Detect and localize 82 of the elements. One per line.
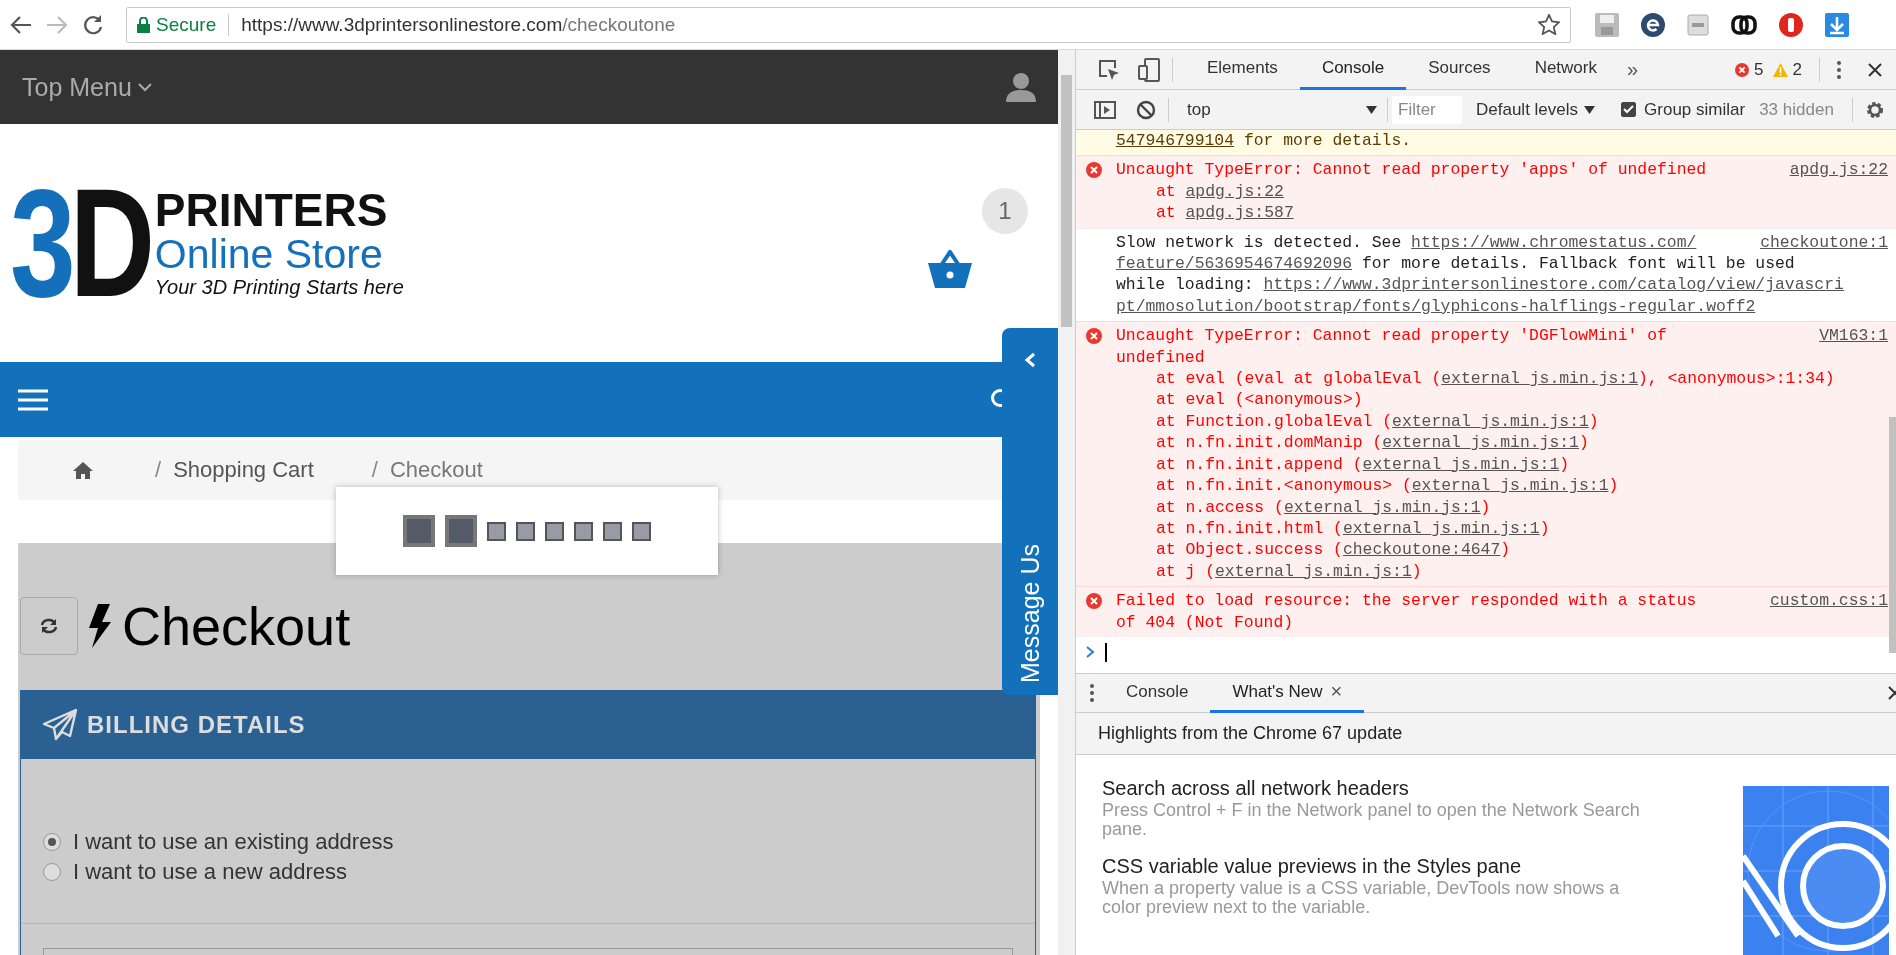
console-text: Failed to load resource: the server responded with a status	[1116, 590, 1697, 612]
console-text: at n.access (	[1156, 496, 1284, 518]
page-title: Checkout	[122, 595, 351, 657]
console-text: Uncaught TypeError: Cannot read property 'apps' of undefined	[1116, 159, 1707, 181]
console-link[interactable]: external_js.min.js:1	[1441, 368, 1638, 390]
console-text: at n.fn.init.append (	[1156, 453, 1363, 476]
console-link[interactable]: pt/mmosolution/bootstrap/fonts/glyphicons-halflings-regular.woff2	[1116, 295, 1756, 318]
console-text: undefined	[1116, 346, 1205, 369]
console-text: at j (	[1156, 560, 1216, 583]
console-text: for more details. Fallback font will be used	[1360, 253, 1795, 275]
console-text: )	[1500, 539, 1511, 561]
console-text: of 404 (Not Found)	[1116, 611, 1294, 633]
checkbox-label: Group similar	[1644, 99, 1746, 120]
feature-title: Search across all network headers	[1102, 776, 1410, 801]
console-text: for more details.	[1242, 130, 1412, 152]
console-text: at	[1156, 202, 1177, 224]
console-text: )	[1559, 453, 1570, 476]
console-text: Slow network is detected. See	[1116, 231, 1403, 254]
source-link[interactable]: VM163:1	[1799, 325, 1888, 347]
devtools-tab[interactable]: Network	[1512, 49, 1619, 90]
console-text: at n.fn.init.domManip (	[1156, 432, 1383, 454]
url-host: https://www.3dprintersonlinestore.com	[241, 13, 563, 36]
source-link[interactable]: custom.css:1	[1749, 590, 1888, 612]
radio-label: I want to use a new address	[73, 859, 347, 885]
console-text: )	[1608, 475, 1619, 497]
console-link[interactable]: https://www.3dprintersonlinestore.com/catalog/view/javascri	[1263, 274, 1844, 296]
warning-count: 2	[1792, 59, 1802, 80]
context-select[interactable]: top	[1177, 94, 1387, 125]
console-link[interactable]: checkoutone:4647	[1342, 539, 1501, 561]
highlights-heading: Highlights from the Chrome 67 update	[1076, 713, 1896, 755]
console-link[interactable]: external_js.min.js:1	[1215, 560, 1412, 583]
panel-title: BILLING DETAILS	[87, 711, 306, 739]
console-link[interactable]: external_js.min.js:1	[1392, 410, 1589, 433]
console-text: at eval (eval at globalEval (	[1156, 368, 1442, 390]
filter-field[interactable]: Filter	[1392, 95, 1462, 124]
more-tabs[interactable]: »	[1627, 58, 1639, 81]
console-link[interactable]: external_js.min.js:1	[1411, 475, 1609, 497]
console-text: )	[1578, 432, 1589, 454]
devtools-tab[interactable]: Sources	[1406, 49, 1513, 90]
feature-description: Press Control + F in the Network panel to open the Network Search pane.	[1102, 801, 1641, 839]
console-text: at Function.globalEval (	[1156, 410, 1393, 433]
console-text: )	[1411, 560, 1422, 583]
console-link[interactable]: apdg.js:587	[1185, 202, 1294, 224]
drawer-tab[interactable]: Console	[1104, 673, 1211, 713]
radio-label: I want to use an existing address	[73, 829, 394, 855]
url-path: /checkoutone	[562, 13, 676, 36]
breadcrumb-link[interactable]: Checkout	[389, 457, 483, 483]
message-us-tab[interactable]: Message Us	[1002, 328, 1058, 695]
levels-dropdown[interactable]: Default levels	[1472, 99, 1600, 120]
console-text: ), <anonymous>:1:34)	[1638, 368, 1835, 390]
breadcrumb-separator: /	[371, 457, 378, 483]
console-link[interactable]: https://www.chromestatus.com/	[1411, 231, 1697, 254]
console-link[interactable]: external_js.min.js:1	[1382, 432, 1579, 454]
hidden-count: 33 hidden	[1759, 99, 1834, 120]
console-text: )	[1588, 410, 1599, 433]
console-text: at n.fn.init.<anonymous> (	[1156, 475, 1412, 497]
console-text: at n.fn.init.html (	[1156, 517, 1343, 540]
console-link[interactable]: 547946799104	[1116, 130, 1235, 152]
console-text: )	[1480, 496, 1491, 518]
source-link[interactable]: checkoutone:1	[1740, 231, 1888, 254]
console-text: at Object.success (	[1156, 539, 1343, 561]
breadcrumb-separator: /	[155, 457, 162, 483]
secure-label: Secure	[156, 13, 217, 36]
breadcrumb-link[interactable]: Shopping Cart	[173, 457, 314, 483]
console-link[interactable]: external_js.min.js:1	[1342, 517, 1540, 540]
console-text: while loading:	[1116, 274, 1255, 296]
console-link[interactable]: external_js.min.js:1	[1362, 453, 1560, 476]
console-link[interactable]: feature/5636954674692096	[1116, 253, 1353, 275]
error-count: 5	[1754, 59, 1764, 80]
console-link[interactable]: apdg.js:22	[1185, 180, 1284, 203]
address-bar[interactable]: Secure https://www.3dprintersonlinestore.com/checkoutone	[126, 6, 1571, 43]
console-text: at	[1156, 180, 1177, 203]
cart-count-badge: 1	[982, 188, 1028, 234]
feature-title: CSS variable value previews in the Styles pane	[1102, 854, 1523, 879]
console-link[interactable]: external_js.min.js:1	[1283, 496, 1481, 518]
console-text: Uncaught TypeError: Cannot read property 'DGFlowMini' of	[1116, 325, 1667, 347]
console-text: at eval (<anonymous>)	[1156, 389, 1363, 411]
top-menu-button[interactable]: Top Menu	[22, 72, 152, 102]
devtools-tab[interactable]: Elements	[1185, 49, 1300, 90]
feature-description: When a property value is a CSS variable, DevTools now shows a color preview next to the variable.	[1102, 879, 1621, 917]
console-text: )	[1539, 517, 1550, 540]
source-link[interactable]: apdg.js:22	[1769, 159, 1888, 181]
